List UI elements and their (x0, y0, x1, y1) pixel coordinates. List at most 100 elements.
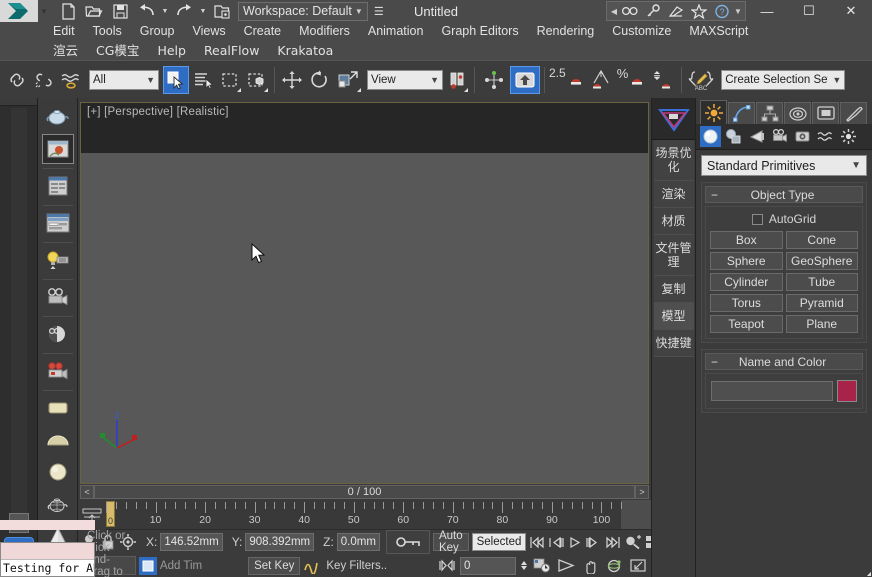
set-key-button[interactable]: Set Key (248, 557, 300, 575)
select-and-move-icon[interactable] (279, 66, 305, 94)
object-type-header[interactable]: − Object Type (705, 186, 863, 203)
dome-primitive-icon[interactable] (42, 425, 74, 455)
select-and-rotate-icon[interactable] (306, 66, 332, 94)
sidebar-tab-copy[interactable]: 复制 (654, 276, 694, 303)
viewport-label[interactable]: [+] [Perspective] [Realistic] (87, 106, 229, 118)
field-of-view-icon[interactable] (555, 556, 576, 575)
selection-filter-combo[interactable]: All ▼ (89, 70, 159, 90)
menu-item-create[interactable]: Create (235, 22, 291, 41)
angle-snap-toggle-icon[interactable] (567, 66, 585, 94)
pan-view-icon[interactable] (579, 556, 600, 575)
rollout-collapse-icon[interactable]: − (711, 188, 718, 202)
time-slider-prev-button[interactable]: < (80, 485, 94, 499)
goto-end-icon[interactable] (605, 533, 621, 552)
menu-item-secondary-0[interactable]: 渲云 (44, 41, 87, 60)
object-type-button-torus[interactable]: Torus (710, 294, 783, 312)
next-frame-icon[interactable] (586, 533, 602, 552)
percent-snap-toggle-icon[interactable] (628, 66, 646, 94)
primitive-category-combo[interactable]: Standard Primitives ▼ (701, 155, 867, 176)
key-mode-toggle-icon[interactable] (436, 556, 457, 575)
camera-icon[interactable] (42, 282, 74, 312)
key-mode-selection-combo[interactable]: Selected (472, 533, 527, 551)
edit-named-selection-sets-icon[interactable]: ABC (686, 66, 716, 94)
current-frame-spinner[interactable] (519, 557, 528, 575)
infocenter-dropdown-icon[interactable]: ▼ (734, 7, 742, 16)
z-coordinate-field[interactable]: 0.0mm (337, 533, 380, 551)
app-logo-icon[interactable] (0, 0, 38, 22)
rendered-frame-window-icon[interactable] (42, 134, 74, 164)
menu-item-edit[interactable]: Edit (44, 22, 84, 41)
sidebar-tab-file-manage[interactable]: 文件管理 (654, 235, 694, 276)
display-tab[interactable] (812, 102, 839, 124)
name-and-color-header[interactable]: − Name and Color (705, 353, 863, 370)
lights-icon[interactable] (746, 126, 767, 147)
key-filters-button[interactable]: Key Filters.. (326, 560, 387, 572)
object-color-swatch[interactable] (837, 380, 857, 402)
menu-item-modifiers[interactable]: Modifiers (290, 22, 359, 41)
object-type-button-geosphere[interactable]: GeoSphere (786, 252, 859, 270)
reference-coordinate-combo[interactable]: View ▼ (367, 70, 443, 90)
object-type-button-plane[interactable]: Plane (786, 315, 859, 333)
menu-item-secondary-2[interactable]: Help (148, 41, 195, 60)
menu-item-customize[interactable]: Customize (603, 22, 680, 41)
object-name-input[interactable] (711, 381, 833, 401)
sidebar-tab-model[interactable]: 模型 (654, 303, 694, 330)
viewport-canvas[interactable] (81, 153, 648, 483)
menu-item-secondary-1[interactable]: CG模宝 (87, 41, 148, 60)
menu-item-maxscript[interactable]: MAXScript (680, 22, 757, 41)
sidebar-tab-render[interactable]: 渲染 (654, 181, 694, 208)
new-file-icon[interactable] (56, 1, 80, 21)
workspace-overflow-icon[interactable]: ☰ (371, 2, 387, 21)
add-time-tag-label[interactable]: Add Tim (160, 560, 202, 572)
menu-item-secondary-4[interactable]: Krakatoa (268, 41, 342, 60)
key-icon[interactable] (642, 2, 664, 20)
redo-icon[interactable] (172, 1, 196, 21)
menu-item-tools[interactable]: Tools (84, 22, 131, 41)
select-and-manipulate-icon[interactable] (479, 66, 509, 94)
object-type-button-box[interactable]: Box (710, 231, 783, 249)
sidebar-tab-scene-optimize[interactable]: 场景优化 (654, 140, 694, 181)
select-by-name-icon[interactable] (190, 66, 216, 94)
maximize-button[interactable]: ☐ (788, 0, 830, 22)
object-type-button-pyramid[interactable]: Pyramid (786, 294, 859, 312)
undo-icon[interactable] (134, 1, 158, 21)
motion-tab[interactable] (784, 102, 811, 124)
time-slider-handle[interactable]: 0 (106, 501, 115, 527)
object-type-button-cone[interactable]: Cone (786, 231, 859, 249)
time-configuration-icon[interactable] (531, 556, 552, 575)
object-type-button-sphere[interactable]: Sphere (710, 252, 783, 270)
script-listener-box[interactable]: Testing for AU (0, 542, 95, 577)
menu-item-animation[interactable]: Animation (359, 22, 433, 41)
teapot-render-icon[interactable] (42, 102, 74, 132)
time-slider-next-button[interactable]: > (635, 485, 649, 499)
x-coordinate-field[interactable]: 146.52mm (160, 533, 222, 551)
satellite-icon[interactable] (665, 2, 687, 20)
hierarchy-tab[interactable] (756, 102, 783, 124)
menu-item-group[interactable]: Group (131, 22, 184, 41)
redo-dropdown-icon[interactable]: ▼ (198, 1, 208, 21)
menu-item-graph-editors[interactable]: Graph Editors (432, 22, 527, 41)
angle-snap-value[interactable]: 2.5 (549, 66, 566, 80)
unlink-selection-icon[interactable] (31, 66, 57, 94)
search-icon[interactable] (619, 2, 641, 20)
autogrid-checkbox[interactable] (752, 214, 763, 225)
project-folder-icon[interactable] (210, 1, 234, 21)
script-listener-field[interactable] (1, 543, 94, 560)
help-icon[interactable]: ? (711, 2, 733, 20)
close-button[interactable]: ✕ (830, 0, 872, 22)
camera-match-icon[interactable] (42, 319, 74, 349)
undo-dropdown-icon[interactable]: ▼ (160, 1, 170, 21)
current-frame-field[interactable]: 0 (460, 557, 516, 575)
save-file-icon[interactable] (108, 1, 132, 21)
object-type-button-tube[interactable]: Tube (786, 273, 859, 291)
space-warps-icon[interactable] (815, 126, 836, 147)
rollout-collapse-icon[interactable]: − (711, 355, 718, 369)
minimize-button[interactable]: — (746, 0, 788, 22)
teapot-primitive-icon[interactable] (42, 489, 74, 519)
snaps-toggle-icon[interactable] (510, 66, 540, 94)
plane-primitive-icon[interactable] (42, 393, 74, 423)
sidebar-tab-shortcuts[interactable]: 快捷键 (654, 330, 694, 357)
auto-key-button[interactable]: Auto Key (433, 533, 469, 551)
open-file-icon[interactable] (82, 1, 106, 21)
add-time-tag-icon[interactable] (139, 557, 157, 575)
